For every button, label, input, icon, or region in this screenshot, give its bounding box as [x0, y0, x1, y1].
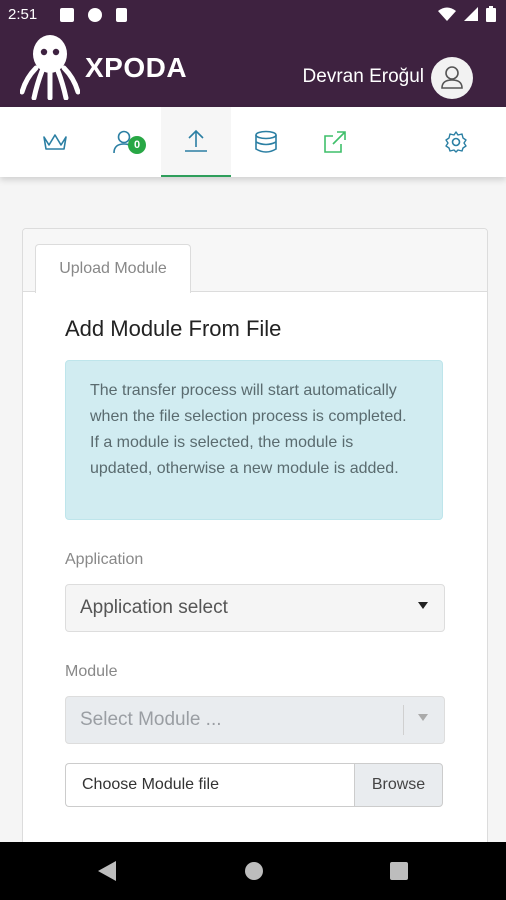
avatar[interactable] [431, 57, 473, 99]
user-count-badge: 0 [128, 136, 146, 154]
database-icon [255, 130, 277, 153]
gear-icon [445, 131, 467, 153]
nav-item-crown[interactable] [20, 107, 90, 177]
upload-icon [185, 129, 207, 152]
module-select-placeholder: Select Module ... [80, 709, 222, 730]
top-navigation: 0 [0, 107, 506, 177]
nav-item-upload[interactable] [161, 107, 231, 177]
nav-item-database[interactable] [231, 107, 301, 177]
octopus-logo-icon [20, 35, 80, 100]
nav-item-settings[interactable] [421, 107, 491, 177]
recents-button[interactable] [384, 842, 414, 900]
external-link-icon [324, 131, 346, 153]
module-label: Module [65, 663, 118, 680]
system-navigation-bar [0, 842, 506, 900]
back-button[interactable] [92, 842, 122, 900]
home-icon [245, 862, 263, 880]
page-title: Add Module From File [65, 316, 282, 341]
battery-icon [486, 6, 496, 22]
brand-name: XPODA [85, 52, 188, 83]
application-label: Application [65, 551, 144, 568]
module-select[interactable]: Select Module ... [65, 696, 445, 744]
wifi-icon [438, 7, 456, 21]
sd-card-icon [116, 8, 127, 22]
tab-bar: Upload Module [23, 229, 487, 293]
nav-item-external[interactable] [300, 107, 370, 177]
info-alert: The transfer process will start automati… [65, 360, 443, 520]
app-header: XPODA Devran Eroğul [0, 30, 506, 107]
alert-line: If a module is selected, the module is u… [90, 434, 399, 477]
browse-button[interactable]: Browse [354, 763, 443, 807]
status-bar: 2:51 [0, 0, 506, 30]
application-select-value: Application select [80, 597, 228, 618]
nav-item-users[interactable]: 0 [90, 107, 160, 177]
file-input-group: Choose Module file Browse [65, 763, 443, 807]
chevron-down-icon [418, 714, 428, 721]
notification-icon [88, 8, 102, 22]
user-avatar-icon [441, 66, 463, 89]
select-divider [403, 705, 404, 735]
recents-icon [390, 862, 408, 880]
status-time: 2:51 [8, 6, 38, 23]
application-select[interactable]: Application select [65, 584, 445, 632]
notification-icon [60, 8, 74, 22]
tab-upload-module[interactable]: Upload Module [35, 244, 191, 293]
user-name[interactable]: Devran Eroğul [303, 66, 424, 88]
chevron-down-icon [418, 602, 428, 609]
module-file-input[interactable]: Choose Module file [65, 763, 355, 807]
back-icon [98, 861, 116, 881]
home-button[interactable] [239, 842, 269, 900]
signal-icon [464, 7, 478, 21]
alert-line: The transfer process will start automati… [90, 382, 407, 425]
crown-icon [43, 134, 67, 150]
